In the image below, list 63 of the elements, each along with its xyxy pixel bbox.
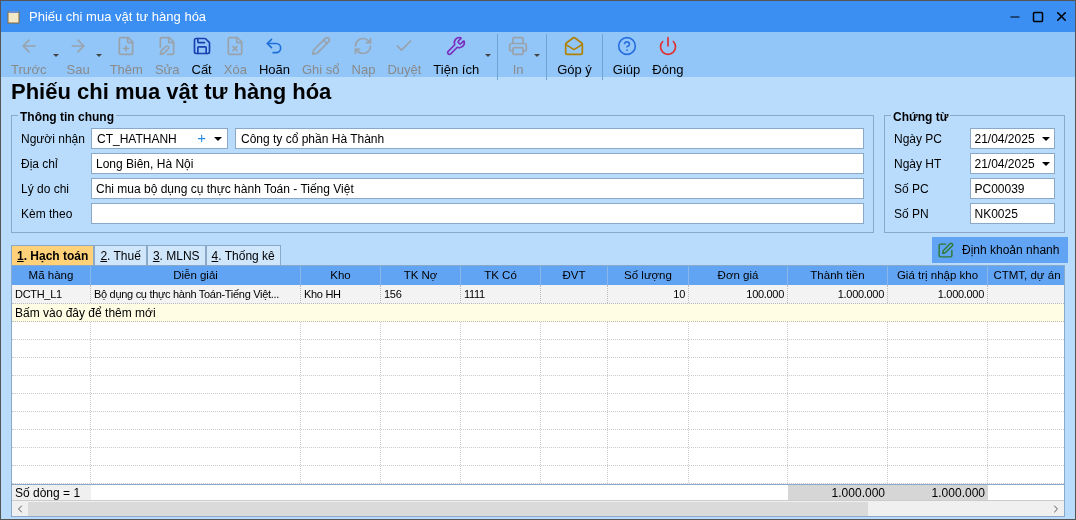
row-count: Số dòng = 1 <box>12 485 91 500</box>
dropdown-caret-icon[interactable] <box>1042 136 1050 141</box>
date-field[interactable]: 21/04/2025 <box>969 153 1055 174</box>
table-cell-text: 1111 <box>464 286 485 302</box>
field-label: Ngày HT <box>894 155 943 173</box>
tab[interactable]: 3. MLNS <box>146 245 206 265</box>
input-field[interactable]: Long Biên, Hà Nội <box>91 153 864 174</box>
recipient-combo[interactable]: CT_HATHANH + <box>91 128 228 149</box>
table-cell-text: 100.000 <box>746 286 784 302</box>
table-cell-text: Kho HH <box>304 286 341 302</box>
toolbar-button[interactable]: Góp ý <box>551 34 598 80</box>
field-label: Số PC <box>894 180 930 198</box>
total-cell-text: 1.000.000 <box>831 484 885 502</box>
refresh-icon <box>353 36 374 56</box>
table-cell-text: Bộ dụng cụ thực hành Toán-Tiếng Việt... <box>94 286 280 302</box>
tab[interactable]: 1. Hạch toán <box>11 245 95 265</box>
toolbar-button[interactable]: Hoãn <box>252 34 296 80</box>
date-field[interactable]: 21/04/2025 <box>969 128 1055 149</box>
input-field[interactable]: NK0025 <box>969 203 1055 224</box>
envelope-icon <box>564 36 585 56</box>
input-field[interactable] <box>91 203 864 224</box>
save-icon <box>191 36 212 56</box>
tools-icon <box>446 36 467 56</box>
file-plus-icon <box>116 36 137 56</box>
toolbar-button[interactable]: Giúp <box>606 34 647 80</box>
tab[interactable]: 4. Thống kê <box>205 245 281 265</box>
pencil-icon <box>310 36 331 56</box>
field-label: Kèm theo <box>21 205 74 223</box>
field-label: Người nhận <box>21 130 84 148</box>
field-label: Ngày PC <box>894 130 944 148</box>
printer-icon <box>508 36 529 56</box>
close-icon[interactable] <box>1054 9 1069 24</box>
table-cell-text: DCTH_L1 <box>15 286 62 302</box>
file-edit-icon <box>157 36 178 56</box>
dropdown-caret-icon[interactable] <box>1042 161 1050 166</box>
toolbar-button[interactable]: Đóng <box>646 34 690 80</box>
scrollbar-thumb[interactable] <box>28 501 868 516</box>
add-icon[interactable]: + <box>197 127 206 150</box>
table-cell-text: 1.000.000 <box>937 286 984 302</box>
file-delete-icon <box>225 36 246 56</box>
notepad-icon <box>7 9 21 24</box>
tab[interactable]: 2. Thuế <box>94 245 147 265</box>
field-label: Số PN <box>894 205 930 223</box>
window-title: Phiếu chi mua vật tư hàng hóa <box>29 7 207 26</box>
quick-entry-button[interactable]: Định khoản nhanh <box>932 237 1068 263</box>
input-field[interactable]: PC00039 <box>969 178 1055 199</box>
dropdown-caret-icon[interactable] <box>214 136 222 141</box>
total-cell-text: 1.000.000 <box>931 484 985 502</box>
field-label: Địa chỉ <box>21 155 59 173</box>
table-cell-text: 1.000.000 <box>837 286 884 302</box>
power-icon <box>657 36 678 56</box>
field-label: Lý do chi <box>21 180 71 198</box>
toolbar-button[interactable]: Tiện ích <box>427 34 486 80</box>
table-cell-text: 10 <box>673 286 685 302</box>
input-field[interactable]: Chi mua bộ dụng cụ thực hành Toán - Tiếng Việt <box>91 178 864 199</box>
form-heading: Phiếu chi mua vật tư hàng hóa <box>10 78 333 106</box>
card-pencil-icon <box>937 241 954 259</box>
help-icon <box>616 36 637 56</box>
table-cell-text: 156 <box>384 286 402 302</box>
recipient-name-field[interactable]: Công ty cổ phần Hà Thành <box>235 128 864 149</box>
maximize-icon[interactable] <box>1032 10 1044 23</box>
new-row-hint[interactable]: Bấm vào đây để thêm mới <box>12 304 1064 322</box>
toolbar-button[interactable]: Cất <box>185 34 218 80</box>
